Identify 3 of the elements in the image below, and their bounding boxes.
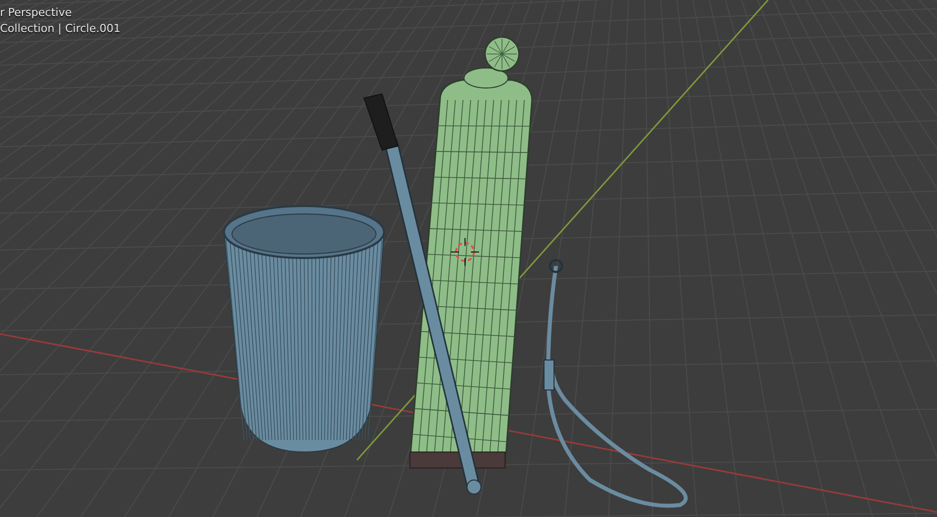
collection-info: Collection | Circle.001 (0, 22, 120, 35)
3d-cursor-icon (450, 238, 480, 266)
view-name: r Perspective (0, 6, 73, 19)
